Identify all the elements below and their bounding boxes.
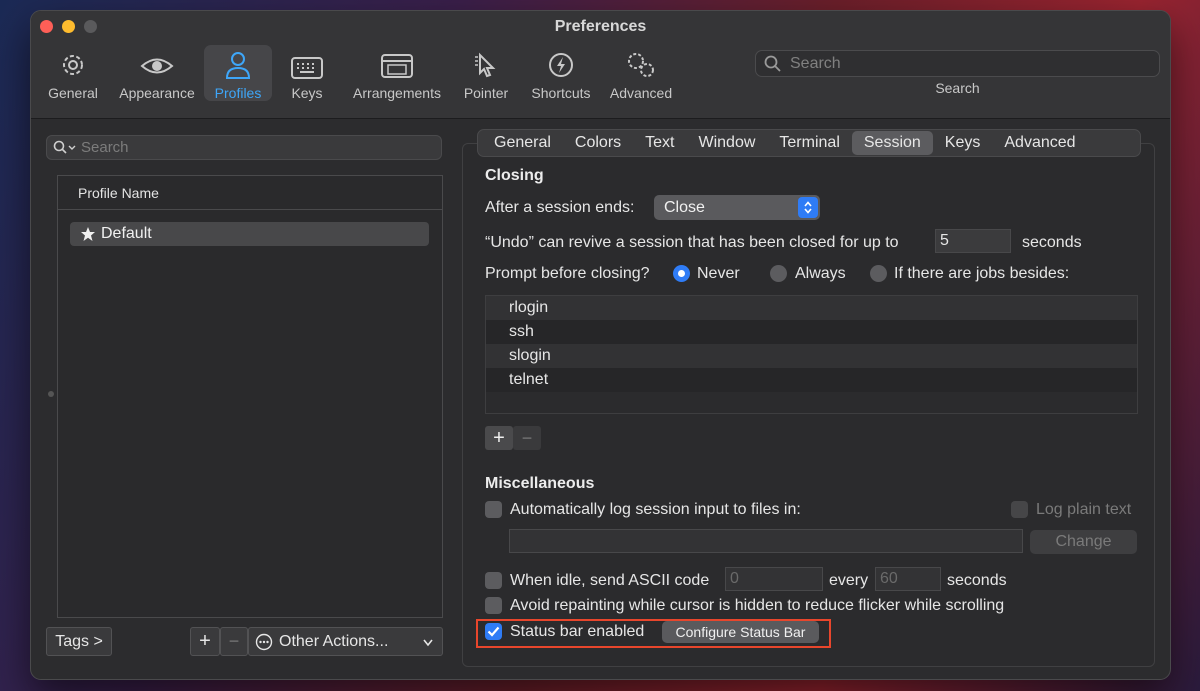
after-session-popup[interactable]: Close xyxy=(654,195,820,220)
log-directory-field[interactable] xyxy=(509,529,1023,553)
updown-chevron-icon xyxy=(798,197,818,218)
avoid-repainting-label: Avoid repainting while cursor is hidden … xyxy=(510,597,1005,614)
avoid-repainting-checkbox[interactable] xyxy=(485,597,502,614)
every-label: every xyxy=(829,572,869,589)
preferences-window: Preferences General Appearance Profiles xyxy=(30,10,1171,680)
prompt-always-label: Always xyxy=(795,265,846,282)
prompt-never-label: Never xyxy=(697,265,740,282)
gear-icon xyxy=(63,55,83,75)
idle-ascii-label: When idle, send ASCII code xyxy=(510,572,710,589)
tab-session[interactable]: Session xyxy=(851,131,933,155)
prompt-jobs-label: If there are jobs besides: xyxy=(894,265,1070,282)
log-session-checkbox[interactable] xyxy=(485,501,502,518)
toolbar-shortcuts[interactable]: Shortcuts xyxy=(526,45,596,101)
list-item[interactable]: telnet xyxy=(486,368,1137,392)
prompt-label: Prompt before closing? xyxy=(485,265,650,282)
idle-ascii-checkbox[interactable] xyxy=(485,572,502,589)
toolbar-pointer[interactable]: Pointer xyxy=(456,45,516,101)
toolbar-arrangements-label: Arrangements xyxy=(353,85,441,101)
tab-advanced[interactable]: Advanced xyxy=(992,131,1087,155)
ellipsis-circle-icon xyxy=(255,633,273,650)
windows-icon xyxy=(381,54,413,78)
miscellaneous-heading: Miscellaneous xyxy=(485,475,595,492)
after-session-value: Close xyxy=(664,198,705,216)
toolbar-advanced-label: Advanced xyxy=(609,85,673,101)
undo-seconds-input[interactable]: 5 xyxy=(935,229,1011,253)
profile-list: Profile Name Default xyxy=(57,175,443,618)
tab-window[interactable]: Window xyxy=(687,131,768,155)
toolbar-arrangements[interactable]: Arrangements xyxy=(347,45,447,101)
checkmark-icon xyxy=(487,626,500,637)
undo-seconds-unit: seconds xyxy=(1022,234,1082,251)
prompt-always-radio[interactable] xyxy=(770,265,787,282)
other-actions-label: Other Actions... xyxy=(279,632,389,650)
prompt-never-radio[interactable] xyxy=(673,265,690,282)
idle-seconds-unit: seconds xyxy=(947,572,1007,589)
profile-search-placeholder: Search xyxy=(81,139,129,156)
change-button[interactable]: Change xyxy=(1030,530,1137,554)
toolbar-profiles-label: Profiles xyxy=(214,85,262,101)
remove-job-button[interactable]: − xyxy=(513,426,541,450)
jobs-list: rlogin ssh slogin telnet xyxy=(485,295,1138,414)
star-icon xyxy=(81,227,95,241)
tab-general[interactable]: General xyxy=(482,131,563,155)
log-session-label: Automatically log session input to files… xyxy=(510,501,801,518)
profile-row-default[interactable]: Default xyxy=(70,222,429,246)
status-bar-checkbox[interactable] xyxy=(485,623,502,640)
toolbar-pointer-label: Pointer xyxy=(463,85,509,101)
add-job-button[interactable]: + xyxy=(485,426,513,450)
closing-heading: Closing xyxy=(485,167,544,184)
titlebar: Preferences General Appearance Profiles xyxy=(31,11,1170,119)
toolbar-profiles[interactable]: Profiles xyxy=(204,45,272,101)
pointer-icon xyxy=(475,52,496,78)
list-item[interactable]: slogin xyxy=(486,344,1137,368)
other-actions-menu[interactable]: Other Actions... xyxy=(248,627,443,656)
profile-search-input[interactable]: Search xyxy=(46,135,442,160)
toolbar-keys[interactable]: Keys xyxy=(277,45,337,101)
chevron-down-icon xyxy=(423,639,433,647)
person-icon xyxy=(225,52,251,79)
log-plain-text-checkbox[interactable] xyxy=(1011,501,1028,518)
toolbar-appearance[interactable]: Appearance xyxy=(113,45,201,101)
tags-button[interactable]: Tags > xyxy=(46,627,112,656)
tab-text[interactable]: Text xyxy=(633,131,686,155)
status-bar-label: Status bar enabled xyxy=(510,623,645,640)
toolbar-search-label: Search xyxy=(935,80,980,96)
idle-seconds-input[interactable]: 60 xyxy=(875,567,941,591)
idle-code-input[interactable]: 0 xyxy=(725,567,823,591)
list-item[interactable]: ssh xyxy=(486,320,1137,344)
pane-splitter-handle[interactable] xyxy=(48,391,54,397)
profile-name-column-header[interactable]: Profile Name xyxy=(58,176,442,210)
undo-label: “Undo” can revive a session that has bee… xyxy=(485,234,899,251)
keyboard-icon xyxy=(291,57,323,79)
toolbar-general-label: General xyxy=(48,85,98,101)
prompt-jobs-radio[interactable] xyxy=(870,265,887,282)
toolbar-general[interactable]: General xyxy=(43,45,103,101)
toolbar-appearance-label: Appearance xyxy=(119,85,195,101)
lightning-icon xyxy=(549,53,573,77)
list-item[interactable]: rlogin xyxy=(486,296,1137,320)
tab-terminal[interactable]: Terminal xyxy=(767,131,851,155)
profile-settings-tabs: General Colors Text Window Terminal Sess… xyxy=(477,129,1141,157)
toolbar-advanced[interactable]: Advanced xyxy=(606,45,676,101)
log-plain-text-label: Log plain text xyxy=(1036,501,1132,518)
tab-keys[interactable]: Keys xyxy=(933,131,993,155)
configure-status-bar-button[interactable]: Configure Status Bar xyxy=(662,621,819,643)
remove-profile-button[interactable]: − xyxy=(220,627,248,656)
toolbar-search-input[interactable]: Search xyxy=(755,50,1160,77)
toolbar-search-placeholder: Search xyxy=(790,54,841,72)
profile-name: Default xyxy=(101,225,152,242)
toolbar-shortcuts-label: Shortcuts xyxy=(531,85,591,101)
gears-icon xyxy=(628,53,654,77)
toolbar-keys-label: Keys xyxy=(291,85,323,101)
tab-colors[interactable]: Colors xyxy=(563,131,633,155)
eye-icon xyxy=(140,58,174,74)
search-icon xyxy=(53,140,76,154)
search-icon xyxy=(764,55,781,72)
add-profile-button[interactable]: + xyxy=(190,627,220,656)
window-title: Preferences xyxy=(554,18,647,35)
after-session-label: After a session ends: xyxy=(485,199,635,216)
